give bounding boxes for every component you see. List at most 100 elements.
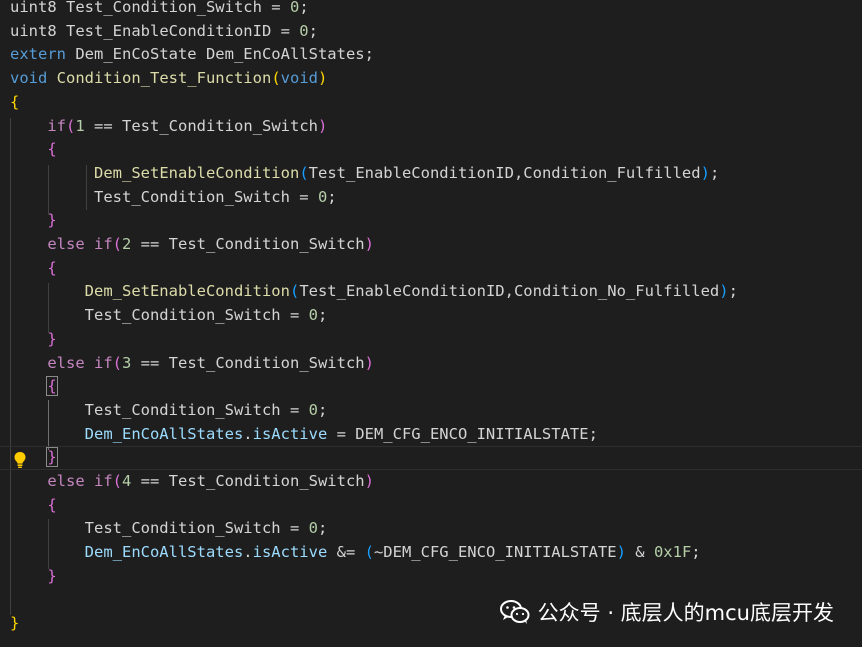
code-line[interactable]: void Condition_Test_Function(void) bbox=[0, 67, 862, 91]
code-line[interactable]: { bbox=[0, 257, 862, 281]
code-editor[interactable]: uint8 Test_Condition_Switch = 0; uint8 Te… bbox=[0, 0, 862, 647]
number-token: 0 bbox=[308, 306, 318, 325]
code-line[interactable]: } bbox=[0, 328, 862, 352]
type-token: uint8 bbox=[10, 0, 66, 16]
bracket-token: ( bbox=[289, 282, 300, 301]
type-token: uint8 bbox=[10, 21, 66, 40]
function-token: Dem_SetEnableCondition bbox=[84, 282, 290, 301]
variable-token: Dem_EnCoAllStates bbox=[84, 543, 244, 562]
code-line[interactable]: { bbox=[0, 494, 862, 518]
code-token: . bbox=[243, 543, 253, 562]
keyword-token: void bbox=[10, 69, 57, 88]
code-line[interactable]: } bbox=[0, 446, 862, 470]
code-line[interactable]: uint8 Test_EnableConditionID = 0; bbox=[0, 20, 862, 44]
code-line-content: { bbox=[10, 138, 56, 162]
function-token: Condition_Test_Function bbox=[56, 69, 272, 88]
bracket-token: ) bbox=[317, 116, 328, 135]
code-token: ; bbox=[709, 163, 720, 182]
code-token: Test_EnableConditionID = bbox=[66, 21, 300, 40]
code-line[interactable]: Test_Condition_Switch = 0; bbox=[0, 186, 862, 210]
code-line[interactable]: else if(4 == Test_Condition_Switch) bbox=[0, 470, 862, 494]
code-line-content: } bbox=[10, 612, 19, 636]
code-token: == Test_Condition_Switch bbox=[131, 472, 365, 490]
bracket-token: ( bbox=[271, 69, 281, 88]
bracket-token: ( bbox=[364, 543, 374, 562]
code-token: Test_Condition_Switch = bbox=[10, 306, 309, 325]
code-token: Test_EnableConditionID,Condition_Fulfill… bbox=[308, 163, 701, 182]
code-line[interactable]: { bbox=[0, 138, 862, 162]
code-line-content: extern Dem_EnCoState Dem_EnCoAllStates; bbox=[10, 43, 374, 67]
code-token: ; bbox=[691, 543, 701, 562]
function-token: Dem_SetEnableCondition bbox=[94, 163, 300, 182]
code-line-content: Dem_EnCoAllStates.isActive &= (~DEM_CFG_… bbox=[10, 541, 701, 565]
code-line-content: else if(3 == Test_Condition_Switch) bbox=[10, 352, 374, 376]
bracket-token: { bbox=[10, 92, 20, 111]
code-line[interactable]: extern Dem_EnCoState Dem_EnCoAllStates; bbox=[0, 43, 862, 67]
code-token: ; bbox=[728, 282, 738, 301]
code-line-content: uint8 Test_EnableConditionID = 0; bbox=[10, 20, 318, 44]
code-line[interactable]: Dem_EnCoAllStates.isActive = DEM_CFG_ENC… bbox=[0, 423, 862, 447]
code-token: ; bbox=[299, 0, 309, 16]
code-line[interactable]: else if(2 == Test_Condition_Switch) bbox=[0, 233, 862, 257]
code-line[interactable]: uint8 Test_Condition_Switch = 0; bbox=[0, 0, 862, 20]
number-token: 0 bbox=[308, 519, 318, 538]
variable-token: isActive bbox=[252, 543, 328, 562]
code-line[interactable]: } bbox=[0, 209, 862, 233]
code-line[interactable]: Dem_SetEnableCondition(Test_EnableCondit… bbox=[0, 162, 862, 186]
code-token: Test_EnableConditionID,Condition_No_Fulf… bbox=[299, 282, 720, 301]
code-line-content: Test_Condition_Switch = 0; bbox=[10, 186, 337, 210]
keyword-token: else if bbox=[47, 353, 113, 372]
code-line[interactable]: Dem_EnCoAllStates.isActive &= (~DEM_CFG_… bbox=[0, 541, 862, 565]
code-line-content: { bbox=[10, 375, 58, 399]
number-token: 0 bbox=[289, 0, 300, 16]
code-line[interactable]: if(1 == Test_Condition_Switch) bbox=[0, 115, 862, 139]
code-line-content: Test_Condition_Switch = 0; bbox=[10, 304, 328, 328]
bracket-token: ( bbox=[112, 353, 122, 372]
code-token: . bbox=[243, 424, 253, 443]
code-token: &= bbox=[327, 543, 365, 562]
code-line-content: Test_Condition_Switch = 0; bbox=[10, 399, 328, 423]
bracket-token: ( bbox=[112, 472, 122, 490]
code-line[interactable]: } bbox=[0, 565, 862, 589]
code-line[interactable]: Test_Condition_Switch = 0; bbox=[0, 399, 862, 423]
bracket-token: ( bbox=[112, 235, 122, 253]
code-line-content: { bbox=[10, 494, 56, 518]
number-token: 3 bbox=[122, 353, 132, 372]
bracket-token: } bbox=[47, 329, 57, 348]
code-line-content: else if(2 == Test_Condition_Switch) bbox=[10, 233, 374, 257]
code-token: = DEM_CFG_ENCO_INITIALSTATE; bbox=[327, 424, 598, 443]
code-line[interactable]: { bbox=[0, 375, 862, 399]
code-line[interactable]: Test_Condition_Switch = 0; bbox=[0, 304, 862, 328]
code-token: ; bbox=[317, 519, 328, 538]
code-line-content: Dem_SetEnableCondition(Test_EnableCondit… bbox=[10, 280, 738, 304]
bracket-token: ( bbox=[66, 116, 76, 135]
variable-token: isActive bbox=[252, 424, 328, 443]
code-token: ; bbox=[308, 21, 318, 40]
variable-token: Dem_EnCoAllStates bbox=[84, 424, 244, 443]
code-line[interactable]: { bbox=[0, 91, 862, 115]
code-line-content: } bbox=[10, 565, 56, 589]
code-line-content: if(1 == Test_Condition_Switch) bbox=[10, 115, 327, 139]
code-token: ; bbox=[327, 187, 337, 206]
bracket-token: } bbox=[46, 447, 58, 468]
code-line[interactable]: Test_Condition_Switch = 0; bbox=[0, 517, 862, 541]
lightbulb-icon[interactable] bbox=[12, 451, 28, 469]
code-line[interactable]: Dem_SetEnableCondition(Test_EnableCondit… bbox=[0, 280, 862, 304]
bracket-token: { bbox=[46, 376, 58, 397]
code-token: == Test_Condition_Switch bbox=[131, 235, 365, 253]
number-token: 2 bbox=[122, 235, 132, 253]
number-token: 0 bbox=[308, 400, 318, 419]
code-line[interactable]: else if(3 == Test_Condition_Switch) bbox=[0, 352, 862, 376]
watermark-text: 公众号 · 底层人的mcu底层开发 bbox=[537, 601, 834, 625]
code-line-content: Test_Condition_Switch = 0; bbox=[10, 517, 328, 541]
